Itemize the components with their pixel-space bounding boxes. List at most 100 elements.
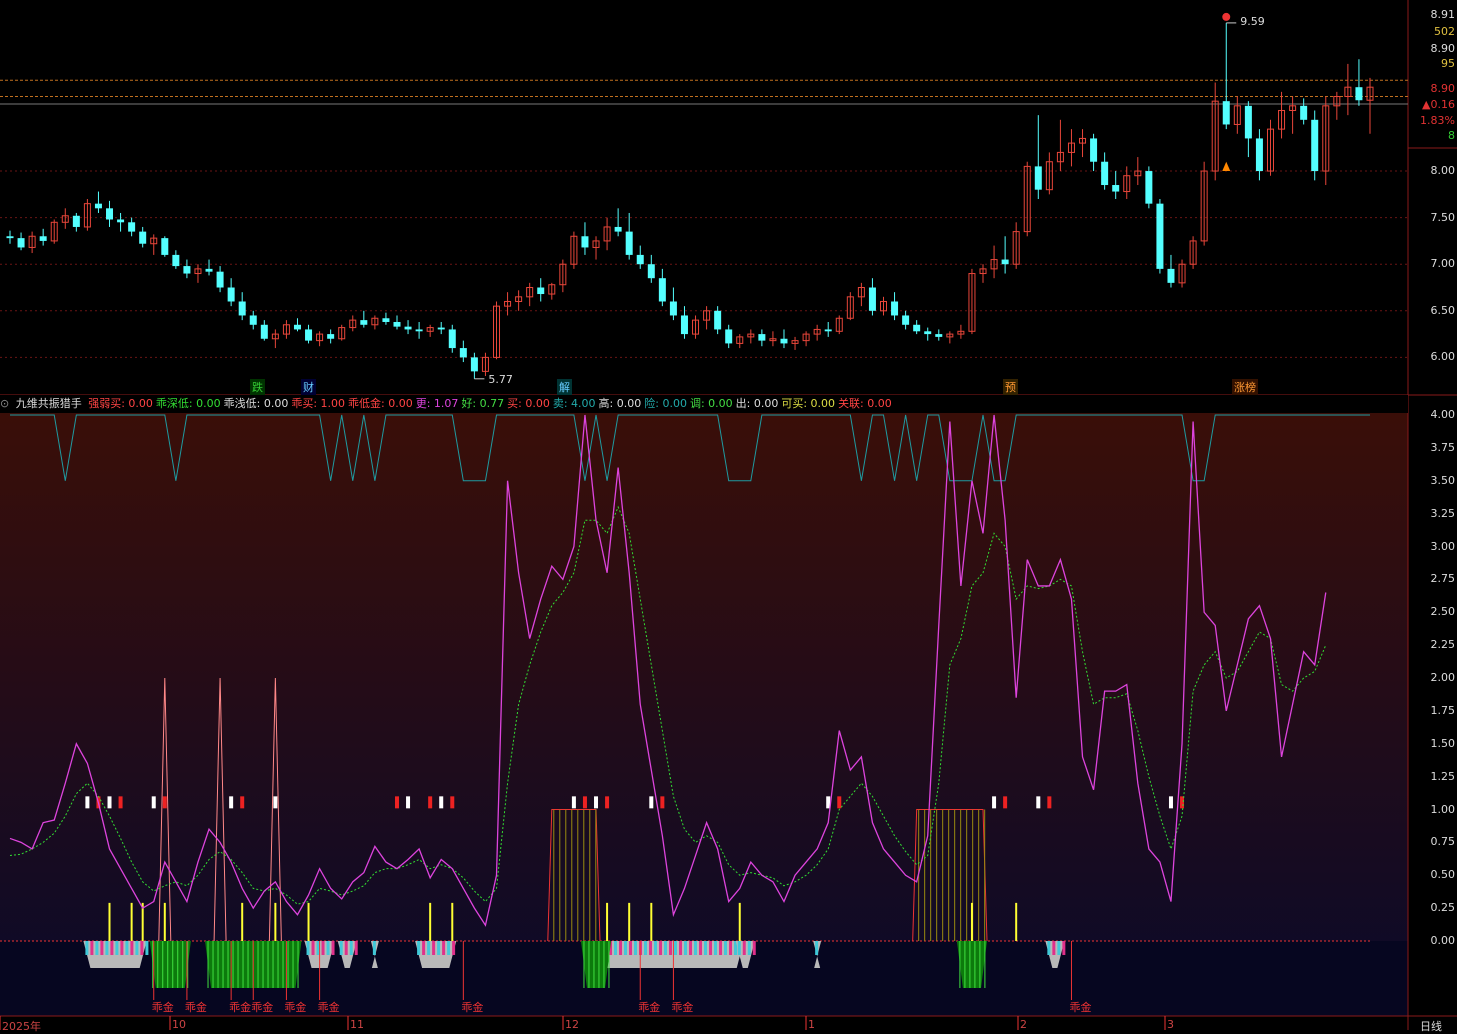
funnel-tick — [442, 941, 446, 955]
indicator-tick-label: 3.75 — [1430, 440, 1456, 454]
candle-body-down — [1101, 161, 1109, 186]
x-axis-label: 2025年 — [2, 1020, 41, 1033]
indicator-tick-label: 1.75 — [1430, 703, 1456, 717]
level-marker — [450, 796, 455, 809]
funnel-tick — [714, 941, 718, 955]
indicator-tick-label: 2.25 — [1430, 638, 1456, 652]
quote-info-label: 8.90 — [1430, 82, 1456, 95]
funnel-tick — [704, 941, 708, 955]
candle-body-down — [305, 329, 313, 341]
candle-body-down — [680, 315, 688, 335]
signal-label: 乖金 — [1069, 1001, 1092, 1014]
indicator-value: 调: 0.00 — [689, 397, 733, 410]
level-marker — [992, 796, 997, 809]
funnel-tick — [709, 941, 713, 955]
indicator-tick-label: 3.00 — [1430, 539, 1456, 553]
chart-canvas[interactable] — [0, 0, 1457, 1030]
candle-body-down — [1156, 203, 1164, 269]
price-tick-label: 6.50 — [1430, 303, 1456, 317]
funnel-tick — [349, 941, 353, 955]
level-marker — [85, 796, 90, 809]
funnel-tick — [316, 941, 320, 955]
candle-body-down — [6, 236, 14, 239]
funnel-tick — [354, 941, 358, 955]
funnel-tick — [120, 941, 124, 955]
candle-body-down — [636, 254, 644, 265]
funnel-tick — [815, 941, 819, 955]
level-marker — [273, 796, 278, 809]
event-tag: 涨榜 — [1232, 379, 1258, 395]
low-label: 5.77 — [488, 372, 513, 386]
candle-body-down — [260, 324, 268, 339]
signal-label: 乖金 — [671, 1001, 694, 1014]
candle-body-down — [1001, 259, 1009, 265]
indicator-header: ⊙ 九维共振猎手 强弱买: 0.00 乖深低: 0.00 乖浅低: 0.00 乖买: … — [0, 395, 1408, 413]
candle-body-down — [913, 324, 921, 332]
indicator-value: 出: 0.00 — [735, 397, 779, 410]
indicator-value: 乖深低: 0.00 — [155, 397, 221, 410]
chart-stage[interactable] — [0, 0, 1457, 1030]
quote-info-label: 8 — [1448, 129, 1455, 142]
funnel-tick — [452, 941, 456, 955]
signal-label: 乖金 — [638, 1001, 661, 1014]
level-marker — [406, 796, 411, 809]
funnel-tick — [679, 941, 683, 955]
candle-body-down — [537, 287, 545, 295]
candle-body-down — [1222, 101, 1230, 125]
candle-body-down — [891, 301, 899, 316]
funnel-tick — [135, 941, 139, 955]
candle-body-down — [868, 287, 876, 311]
indicator-value: 强弱买: 0.00 — [88, 397, 153, 410]
event-tag: 跌 — [250, 379, 265, 395]
candle-body-down — [216, 271, 224, 288]
collapse-icon[interactable]: ⊙ — [0, 397, 9, 410]
period-label: 日线 — [1420, 1020, 1442, 1033]
funnel-tick — [699, 941, 703, 955]
level-marker — [394, 796, 399, 809]
candle-body-down — [758, 334, 766, 341]
level-marker — [107, 796, 112, 809]
funnel-tick — [437, 941, 441, 955]
x-axis-label: 2 — [1020, 1018, 1027, 1031]
candle-body-down — [625, 231, 633, 255]
candle-body-down — [647, 264, 655, 279]
candle-body-down — [327, 334, 335, 339]
funnel-tick — [100, 941, 104, 955]
candle-body-down — [902, 315, 910, 325]
indicator-tick-label: 2.75 — [1430, 572, 1456, 586]
indicator-name[interactable]: 九维共振猎手 — [16, 397, 82, 410]
funnel-tick — [614, 941, 618, 955]
level-marker — [240, 796, 245, 809]
candle-body-down — [1167, 268, 1175, 283]
level-marker — [582, 796, 587, 809]
candle-body-down — [459, 348, 467, 358]
funnel-tick — [326, 941, 330, 955]
funnel-tick — [634, 941, 638, 955]
funnel-tick — [689, 941, 693, 955]
funnel-tick — [669, 941, 673, 955]
funnel-tick — [311, 941, 315, 955]
quote-info-label: ▲0.16 — [1422, 98, 1455, 111]
indicator-value: 卖: 4.00 — [552, 397, 596, 410]
level-marker — [162, 796, 167, 809]
quote-info-label: 8.91 — [1430, 8, 1456, 21]
funnel-tick — [719, 941, 723, 955]
candle-body-down — [139, 231, 147, 244]
candle-body-down — [39, 236, 47, 241]
x-axis-label: 10 — [172, 1018, 186, 1031]
level-marker — [649, 796, 654, 809]
signal-label: 乖金 — [229, 1001, 252, 1014]
signal-label: 乖金 — [184, 1001, 207, 1014]
x-axis-label: 11 — [350, 1018, 364, 1031]
candle-body-down — [293, 324, 301, 330]
price-tick-label: 7.50 — [1430, 210, 1456, 224]
funnel-tick — [1057, 941, 1061, 955]
funnel-tick — [417, 941, 421, 955]
level-marker — [1036, 796, 1041, 809]
indicator-value: 更: 1.07 — [415, 397, 459, 410]
funnel-tick — [140, 941, 144, 955]
funnel-tick — [125, 941, 129, 955]
level-marker — [1047, 796, 1052, 809]
candle-body-down — [415, 329, 423, 332]
candle-body-down — [205, 268, 213, 272]
